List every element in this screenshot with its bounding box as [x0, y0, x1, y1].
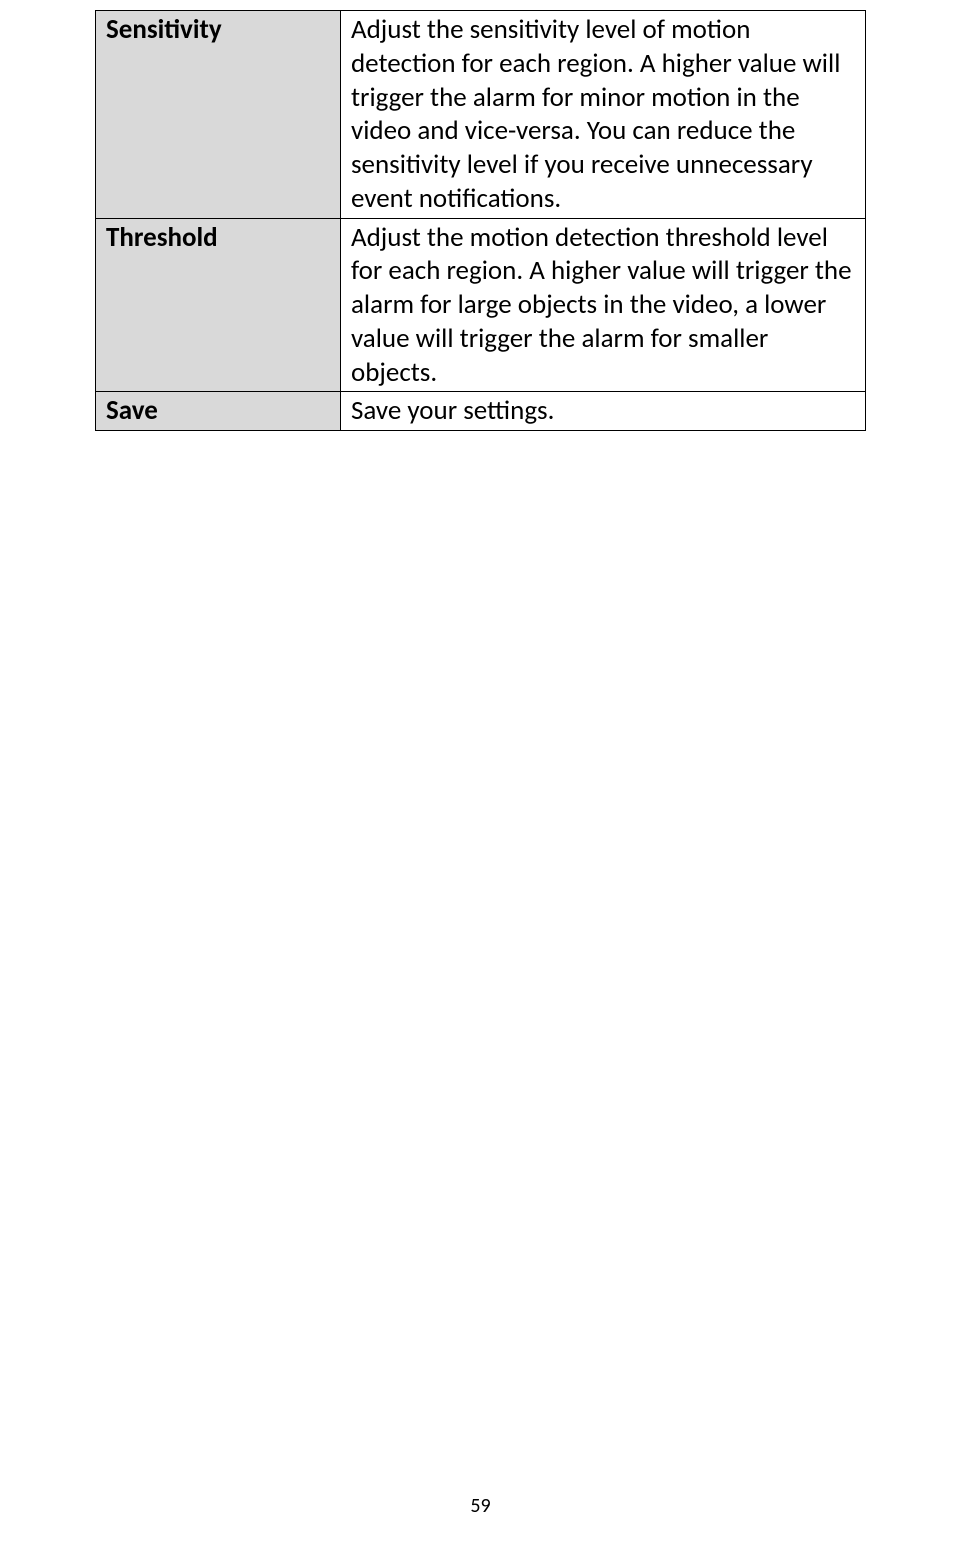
settings-table: Sensitivity Adjust the sensitivity level… — [95, 10, 866, 431]
page-number: 59 — [0, 1494, 961, 1518]
setting-label: Sensitivity — [96, 11, 341, 219]
setting-description: Adjust the sensitivity level of motion d… — [341, 11, 866, 219]
setting-description: Save your settings. — [341, 392, 866, 431]
setting-description: Adjust the motion detection threshold le… — [341, 218, 866, 392]
table-row: Sensitivity Adjust the sensitivity level… — [96, 11, 866, 219]
setting-label: Threshold — [96, 218, 341, 392]
setting-label: Save — [96, 392, 341, 431]
table-row: Save Save your settings. — [96, 392, 866, 431]
table-row: Threshold Adjust the motion detection th… — [96, 218, 866, 392]
